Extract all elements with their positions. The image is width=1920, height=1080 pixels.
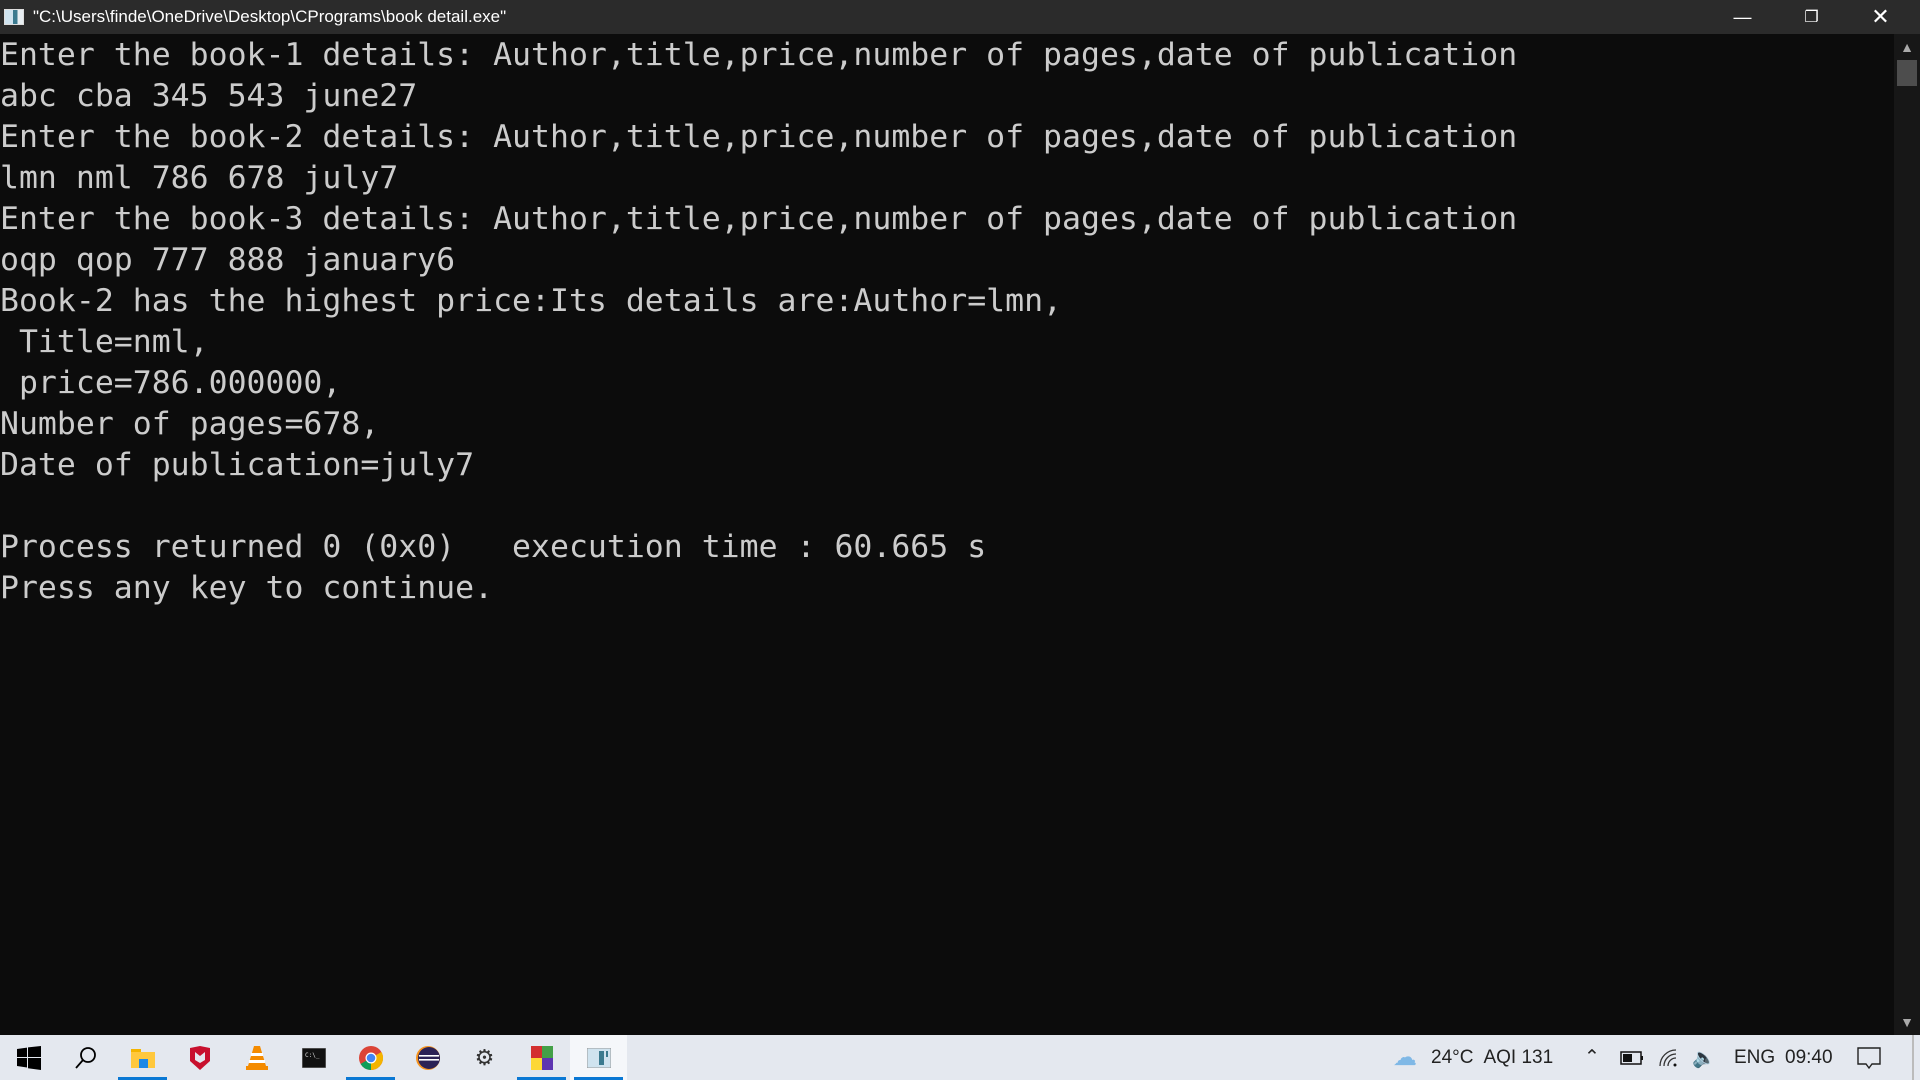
language-indicator[interactable]: ENG <box>1734 1035 1775 1080</box>
close-button[interactable]: ✕ <box>1846 0 1915 34</box>
restore-button[interactable]: ❐ <box>1777 0 1846 34</box>
terminal-icon[interactable]: C:\_ <box>285 1035 342 1080</box>
console-line: Book-2 has the highest price:Its details… <box>0 283 1063 319</box>
console-line: Press any key to continue. <box>0 570 494 606</box>
show-desktop-button[interactable] <box>1912 1035 1914 1080</box>
console-line: Enter the book-1 details: Author,title,p… <box>0 37 1518 73</box>
taskbar: C:\_ ⚙ ☁ 24°C AQI 131 ⌃ 🔈 ENG 09:40 <box>0 1035 1920 1080</box>
console-line: Title=nml, <box>0 324 209 360</box>
wifi-icon[interactable] <box>1658 1035 1680 1080</box>
notifications-icon[interactable] <box>1857 1035 1881 1080</box>
chevron-up-icon[interactable]: ⌃ <box>1584 1035 1600 1080</box>
eclipse-icon[interactable] <box>399 1035 456 1080</box>
console-line: Date of publication=july7 <box>0 447 475 483</box>
gear-icon[interactable]: ⚙ <box>456 1035 513 1080</box>
cloud-rain-icon: ☁ <box>1393 1044 1417 1071</box>
console-line: Number of pages=678, <box>0 406 380 442</box>
vertical-scrollbar[interactable]: ▲ ▼ <box>1894 34 1920 1035</box>
console-window-icon[interactable] <box>570 1035 627 1080</box>
weather-widget[interactable]: ☁ 24°C AQI 131 <box>1393 1035 1553 1080</box>
console-line: Enter the book-2 details: Author,title,p… <box>0 119 1518 155</box>
console-line: lmn nml 786 678 july7 <box>0 160 399 196</box>
codeblocks-icon[interactable] <box>513 1035 570 1080</box>
console-app-icon[interactable] <box>4 9 24 25</box>
vlc-cone-icon[interactable] <box>228 1035 285 1080</box>
temperature: 24°C <box>1431 1046 1474 1068</box>
title-bar[interactable]: "C:\Users\finde\OneDrive\Desktop\CProgra… <box>0 0 1920 34</box>
scroll-down-arrow-icon[interactable]: ▼ <box>1894 1009 1920 1035</box>
aqi: AQI 131 <box>1483 1046 1554 1068</box>
chrome-icon[interactable] <box>342 1035 399 1080</box>
console-line: Enter the book-3 details: Author,title,p… <box>0 201 1518 237</box>
battery-icon[interactable] <box>1620 1035 1644 1080</box>
minimize-button[interactable]: — <box>1708 0 1777 34</box>
mcafee-shield-icon[interactable] <box>171 1035 228 1080</box>
console-line: Process returned 0 (0x0) execution time … <box>0 529 987 565</box>
console-line: price=786.000000, <box>0 365 342 401</box>
volume-icon[interactable]: 🔈 <box>1692 1035 1716 1080</box>
search-icon[interactable] <box>57 1035 114 1080</box>
clock[interactable]: 09:40 <box>1785 1035 1833 1080</box>
svg-text:C:\_: C:\_ <box>305 1052 320 1059</box>
console-line: abc cba 345 543 june27 <box>0 78 418 114</box>
scrollbar-thumb[interactable] <box>1897 60 1917 86</box>
folder-icon[interactable] <box>114 1035 171 1080</box>
console-output[interactable]: Enter the book-1 details: Author,title,p… <box>0 34 1894 1035</box>
scroll-up-arrow-icon[interactable]: ▲ <box>1894 34 1920 60</box>
windows-logo-icon[interactable] <box>0 1035 57 1080</box>
window-title: "C:\Users\finde\OneDrive\Desktop\CProgra… <box>33 7 507 26</box>
console-line: oqp qop 777 888 january6 <box>0 242 456 278</box>
